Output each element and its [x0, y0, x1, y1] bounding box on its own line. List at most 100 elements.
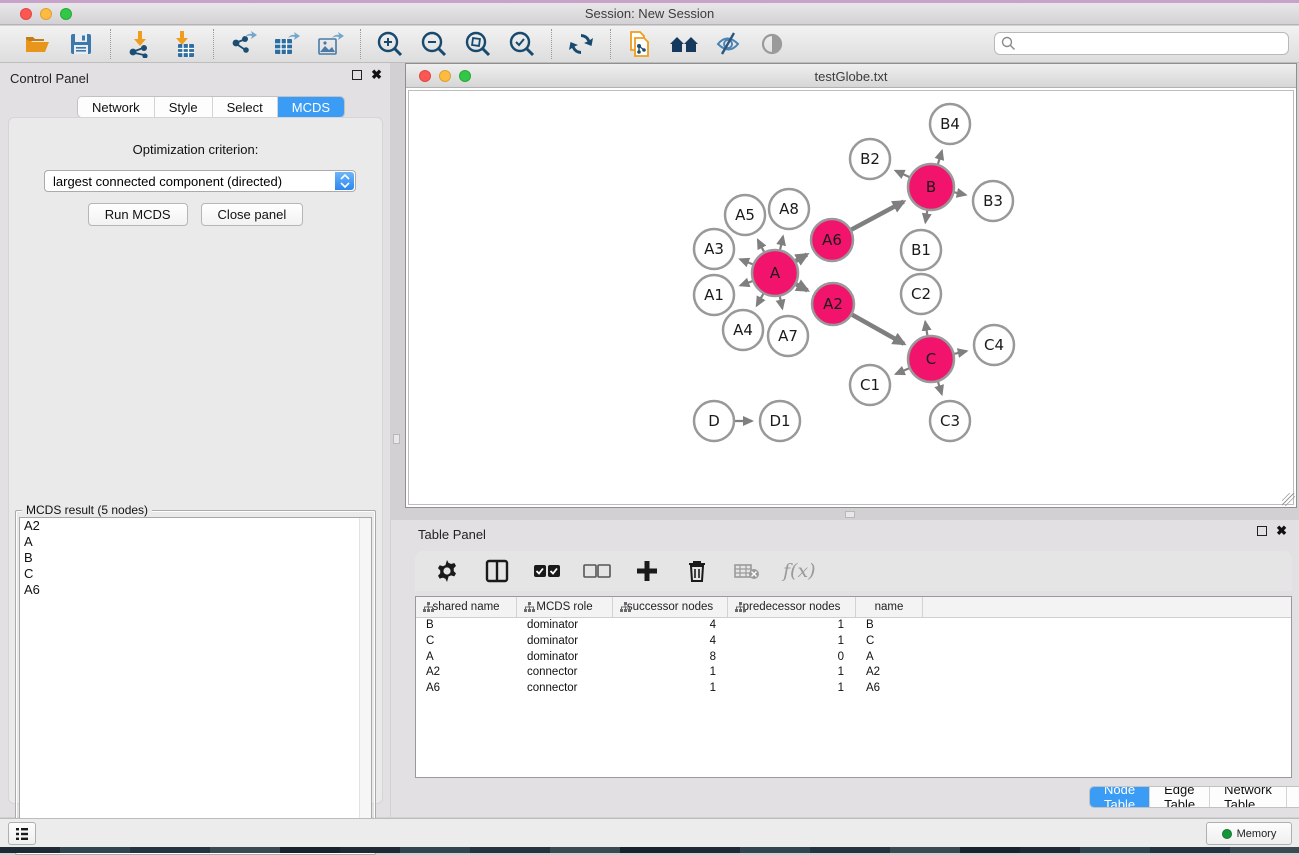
- node-A3[interactable]: A3: [694, 229, 734, 269]
- zoom-in-icon[interactable]: [375, 29, 405, 59]
- tab-edge-table[interactable]: Edge Table: [1150, 787, 1210, 807]
- cell-MCDS-role[interactable]: dominator: [517, 650, 613, 666]
- cell-shared-name[interactable]: A6: [416, 681, 517, 697]
- zoom-selected-icon[interactable]: [507, 29, 537, 59]
- birdseye-view-icon[interactable]: [757, 29, 787, 59]
- edge-A-A5[interactable]: [758, 240, 764, 252]
- table-row[interactable]: Bdominator41B: [416, 618, 1291, 634]
- cell-MCDS-role[interactable]: connector: [517, 665, 613, 681]
- mcds-result-item[interactable]: C: [20, 566, 371, 582]
- result-scrollbar[interactable]: [359, 518, 371, 850]
- mcds-result-item[interactable]: B: [20, 550, 371, 566]
- mcds-result-item[interactable]: A6: [20, 582, 371, 598]
- tab-mcds[interactable]: MCDS: [278, 97, 344, 117]
- cell-MCDS-role[interactable]: dominator: [517, 634, 613, 650]
- node-B3[interactable]: B3: [973, 181, 1013, 221]
- node-B1[interactable]: B1: [901, 230, 941, 270]
- node-A7[interactable]: A7: [768, 316, 808, 356]
- tab-motifs[interactable]: Motifs: [1287, 787, 1299, 807]
- cell-MCDS-role[interactable]: dominator: [517, 618, 613, 634]
- select-all-checkboxes-icon[interactable]: [533, 557, 561, 585]
- edge-A6-B[interactable]: [851, 202, 903, 230]
- edge-B-B1[interactable]: [925, 211, 927, 223]
- cell-predecessor-nodes[interactable]: 0: [728, 650, 856, 666]
- settings-gear-icon[interactable]: [433, 557, 461, 585]
- cell-shared-name[interactable]: B: [416, 618, 517, 634]
- close-panel-button[interactable]: Close panel: [201, 203, 304, 226]
- edge-A-A8[interactable]: [780, 236, 783, 249]
- edge-A-A2[interactable]: [796, 284, 807, 290]
- tab-node-table[interactable]: Node Table: [1090, 787, 1150, 807]
- node-B[interactable]: B: [908, 164, 954, 210]
- edge-C-C1[interactable]: [896, 368, 909, 374]
- edge-A-A6[interactable]: [796, 255, 807, 261]
- node-A[interactable]: A: [752, 250, 798, 296]
- cell-successor-nodes[interactable]: 8: [613, 650, 728, 666]
- cell-successor-nodes[interactable]: 4: [613, 618, 728, 634]
- cell-successor-nodes[interactable]: 1: [613, 681, 728, 697]
- float-panel-icon[interactable]: [352, 70, 362, 80]
- mcds-result-item[interactable]: A: [20, 534, 371, 550]
- refresh-icon[interactable]: [566, 29, 596, 59]
- edge-A-A7[interactable]: [780, 297, 782, 309]
- import-table-icon[interactable]: [169, 29, 199, 59]
- column-header-MCDS-role[interactable]: MCDS role: [517, 597, 613, 617]
- node-A5[interactable]: A5: [725, 195, 765, 235]
- table-row[interactable]: A6connector11A6: [416, 681, 1291, 697]
- node-table[interactable]: shared nameMCDS rolesuccessor nodesprede…: [415, 596, 1292, 778]
- cell-name[interactable]: A6: [856, 681, 923, 697]
- cell-predecessor-nodes[interactable]: 1: [728, 665, 856, 681]
- node-A6[interactable]: A6: [811, 219, 853, 261]
- tab-network-table[interactable]: Network Table: [1210, 787, 1287, 807]
- close-table-panel-icon[interactable]: ✖: [1276, 526, 1287, 536]
- node-B4[interactable]: B4: [930, 104, 970, 144]
- cell-predecessor-nodes[interactable]: 1: [728, 618, 856, 634]
- add-column-icon[interactable]: [633, 557, 661, 585]
- import-network-icon[interactable]: [125, 29, 155, 59]
- home-layout-icon[interactable]: [669, 29, 699, 59]
- tab-style[interactable]: Style: [155, 97, 213, 117]
- node-D1[interactable]: D1: [760, 401, 800, 441]
- zoom-out-icon[interactable]: [419, 29, 449, 59]
- mcds-result-list[interactable]: A2ABCA6: [19, 517, 372, 851]
- zoom-fit-icon[interactable]: [463, 29, 493, 59]
- hide-graphics-icon[interactable]: [713, 29, 743, 59]
- export-image-icon[interactable]: [316, 29, 346, 59]
- cell-name[interactable]: A2: [856, 665, 923, 681]
- save-session-icon[interactable]: [66, 29, 96, 59]
- node-C4[interactable]: C4: [974, 325, 1014, 365]
- node-A8[interactable]: A8: [769, 189, 809, 229]
- delete-column-icon[interactable]: [683, 557, 711, 585]
- tab-network[interactable]: Network: [78, 97, 155, 117]
- node-C2[interactable]: C2: [901, 274, 941, 314]
- edge-B-B3[interactable]: [954, 192, 965, 195]
- table-row[interactable]: Cdominator41C: [416, 634, 1291, 650]
- run-mcds-button[interactable]: Run MCDS: [88, 203, 188, 226]
- horizontal-splitter-grip[interactable]: [845, 511, 855, 518]
- cell-successor-nodes[interactable]: 1: [613, 665, 728, 681]
- cell-name[interactable]: A: [856, 650, 923, 666]
- task-history-button[interactable]: [8, 822, 36, 845]
- column-header-predecessor-nodes[interactable]: predecessor nodes: [728, 597, 856, 617]
- cell-shared-name[interactable]: C: [416, 634, 517, 650]
- edge-A2-C[interactable]: [852, 315, 904, 344]
- cell-MCDS-role[interactable]: connector: [517, 681, 613, 697]
- criterion-dropdown[interactable]: largest connected component (directed): [44, 170, 356, 192]
- mcds-result-item[interactable]: A2: [20, 518, 371, 534]
- network-graph[interactable]: AA6A2BCA1A3A4A5A7A8B1B2B3B4C1C2C3C4DD1: [409, 91, 1295, 506]
- node-C1[interactable]: C1: [850, 365, 890, 405]
- edge-B-B4[interactable]: [938, 151, 942, 164]
- search-field[interactable]: [994, 32, 1289, 55]
- edge-C-C4[interactable]: [954, 351, 966, 354]
- cell-shared-name[interactable]: A: [416, 650, 517, 666]
- node-B2[interactable]: B2: [850, 139, 890, 179]
- cell-name[interactable]: B: [856, 618, 923, 634]
- float-table-panel-icon[interactable]: [1257, 526, 1267, 536]
- export-table-icon[interactable]: [272, 29, 302, 59]
- node-C3[interactable]: C3: [930, 401, 970, 441]
- node-C[interactable]: C: [908, 336, 954, 382]
- node-A1[interactable]: A1: [694, 275, 734, 315]
- edge-A-A4[interactable]: [757, 294, 764, 306]
- edge-A-A1[interactable]: [740, 281, 752, 285]
- cell-name[interactable]: C: [856, 634, 923, 650]
